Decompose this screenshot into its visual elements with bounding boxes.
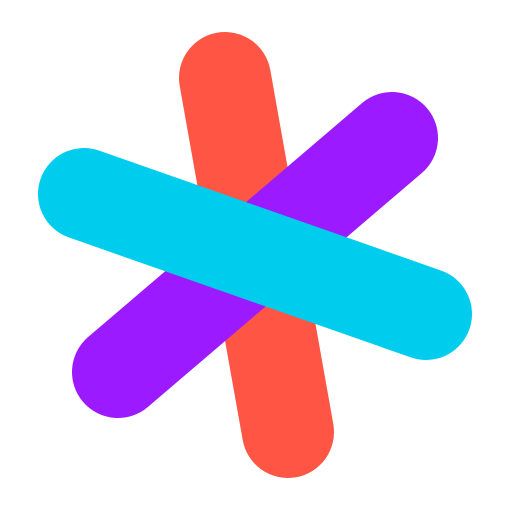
asterisk-logo-icon [0,0,512,512]
logo-canvas [0,0,512,512]
